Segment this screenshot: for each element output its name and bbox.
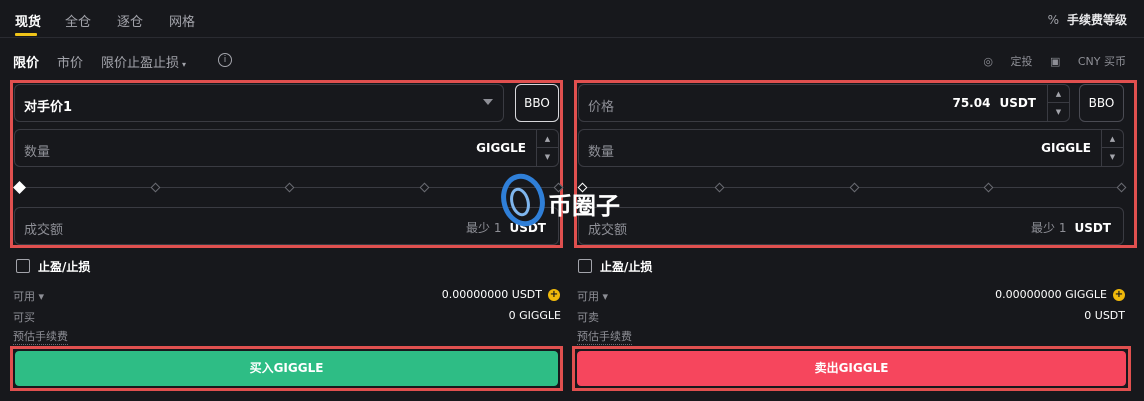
buy-available-amount: 0.00000000 USDT [441, 288, 542, 301]
cny-buy-link[interactable]: ▣ CNY 买币 [1050, 55, 1126, 68]
slider-step-50[interactable] [284, 182, 295, 193]
slider-step-75[interactable] [419, 182, 430, 193]
sell-quantity-stepper: ▲ ▼ [1101, 130, 1123, 166]
increment-icon[interactable]: ▲ [537, 130, 558, 148]
sell-available-value: 0.00000000 GIGGLE + [995, 288, 1125, 301]
buy-max-value: 0 GIGGLE [508, 309, 561, 322]
chevron-down-icon [483, 99, 493, 105]
buy-quantity-unit: GIGGLE [476, 141, 526, 155]
buy-quantity-label: 数量 [24, 145, 51, 160]
buy-button[interactable]: 买入GIGGLE [15, 351, 558, 386]
sell-tpsl-checkbox[interactable]: 止盈/止损 [578, 258, 652, 275]
dca-link[interactable]: ◎ 定投 [983, 55, 1032, 68]
sell-amount-label: 成交额 [588, 223, 628, 238]
buy-available-label[interactable]: 可用 ▾ [13, 288, 44, 304]
percent-icon: % [1047, 13, 1059, 27]
dca-label: 定投 [1010, 55, 1033, 68]
buy-fee-label[interactable]: 预估手续费 [13, 328, 68, 345]
order-type-stop-limit[interactable]: 限价止盈止损 ▾ [101, 52, 186, 71]
sell-price-number: 75.04 [952, 96, 991, 110]
sell-price-input[interactable]: 价格 75.04 USDT ▲ ▼ [578, 84, 1070, 122]
buy-available-value: 0.00000000 USDT + [442, 288, 560, 301]
sell-price-stepper: ▲ ▼ [1047, 85, 1069, 121]
increment-icon[interactable]: ▲ [1048, 85, 1069, 103]
sell-order-form: 价格 75.04 USDT ▲ ▼ BBO 数量 GIGGLE ▲ ▼ 成交额 最… [574, 80, 1137, 248]
decrement-icon[interactable]: ▼ [1102, 148, 1123, 166]
sell-tpsl-label: 止盈/止损 [600, 260, 653, 274]
slider-step-75[interactable] [983, 182, 994, 193]
tab-cross-margin[interactable]: 全仓 [65, 11, 91, 30]
buy-amount-unit-label: USDT [509, 221, 546, 235]
buy-min-amount: 最少 1 [466, 221, 502, 235]
sell-button[interactable]: 卖出GIGGLE [577, 351, 1126, 386]
cny-buy-label: CNY 买币 [1077, 55, 1126, 68]
order-type-stop-limit-label: 限价止盈止损 [101, 56, 180, 71]
sell-max-label: 可卖 [577, 311, 599, 324]
buy-quantity-stepper: ▲ ▼ [536, 130, 558, 166]
tab-spot[interactable]: 现货 [15, 11, 41, 30]
buy-button-highlight: 买入GIGGLE [10, 346, 563, 391]
sell-price-label: 价格 [588, 100, 615, 115]
slider-step-100[interactable] [1116, 182, 1127, 193]
sell-percent-slider[interactable] [577, 178, 1127, 198]
right-tools: ◎ 定投 ▣ CNY 买币 [969, 53, 1126, 69]
slider-step-25[interactable] [714, 182, 725, 193]
order-type-limit[interactable]: 限价 [13, 52, 39, 71]
order-type-tabs: 限价 市价 限价止盈止损 ▾ i ◎ 定投 ▣ CNY 买币 [0, 48, 1144, 72]
sell-button-highlight: 卖出GIGGLE [572, 346, 1131, 391]
buy-percent-slider[interactable] [13, 178, 564, 198]
fee-level-label: 手续费等级 [1066, 13, 1127, 27]
sell-amount-unit: 最少 1 USDT [1031, 219, 1111, 236]
add-funds-icon[interactable]: + [1113, 289, 1125, 301]
buy-quantity-input[interactable]: 数量 GIGGLE ▲ ▼ [14, 129, 559, 167]
buy-bbo-button[interactable]: BBO [515, 84, 559, 122]
slider-step-25[interactable] [150, 182, 161, 193]
buy-max-label: 可买 [13, 311, 35, 324]
buy-tpsl-label: 止盈/止损 [38, 260, 91, 274]
tab-grid[interactable]: 网格 [169, 11, 195, 30]
decrement-icon[interactable]: ▼ [537, 148, 558, 166]
increment-icon[interactable]: ▲ [1102, 130, 1123, 148]
sell-amount-input[interactable]: 成交额 最少 1 USDT [578, 207, 1124, 245]
info-icon[interactable]: i [218, 53, 232, 67]
sell-quantity-label: 数量 [588, 145, 615, 160]
sell-quantity-unit: GIGGLE [1041, 141, 1091, 155]
sell-price-unit: USDT [999, 96, 1036, 110]
chevron-down-icon: ▾ [182, 60, 187, 69]
trade-mode-tabs: 现货 全仓 逐仓 网格 % 手续费等级 [0, 0, 1144, 38]
slider-handle[interactable] [13, 181, 26, 194]
fee-level-link[interactable]: % 手续费等级 [1048, 11, 1127, 28]
sell-fee-label[interactable]: 预估手续费 [577, 328, 632, 345]
sell-amount-unit-label: USDT [1074, 221, 1111, 235]
sell-quantity-input[interactable]: 数量 GIGGLE ▲ ▼ [578, 129, 1124, 167]
slider-step-50[interactable] [849, 182, 860, 193]
slider-handle[interactable] [577, 182, 588, 193]
buy-amount-unit: 最少 1 USDT [466, 219, 546, 236]
checkbox-icon [578, 259, 592, 273]
buy-price-mode-select[interactable]: 对手价1 [14, 84, 504, 122]
buy-price-mode-value: 对手价1 [24, 100, 73, 115]
buy-tpsl-checkbox[interactable]: 止盈/止损 [16, 258, 90, 275]
buy-amount-label: 成交额 [24, 223, 64, 238]
sell-available-label[interactable]: 可用 ▾ [577, 288, 608, 304]
decrement-icon[interactable]: ▼ [1048, 103, 1069, 121]
sell-min-amount: 最少 1 [1031, 221, 1067, 235]
checkbox-icon [16, 259, 30, 273]
order-type-market[interactable]: 市价 [57, 52, 83, 71]
sell-bbo-button[interactable]: BBO [1079, 84, 1124, 122]
slider-step-100[interactable] [553, 182, 564, 193]
sell-price-value: 75.04 USDT [952, 96, 1036, 110]
sell-max-value: 0 USDT [1084, 309, 1125, 322]
add-funds-icon[interactable]: + [548, 289, 560, 301]
buy-order-form: 对手价1 BBO 数量 GIGGLE ▲ ▼ 成交额 最少 1 USDT [10, 80, 564, 248]
sell-available-amount: 0.00000000 GIGGLE [995, 288, 1107, 301]
tab-isolated-margin[interactable]: 逐仓 [117, 11, 143, 30]
buy-amount-input[interactable]: 成交额 最少 1 USDT [14, 207, 559, 245]
active-tab-indicator [15, 33, 37, 36]
